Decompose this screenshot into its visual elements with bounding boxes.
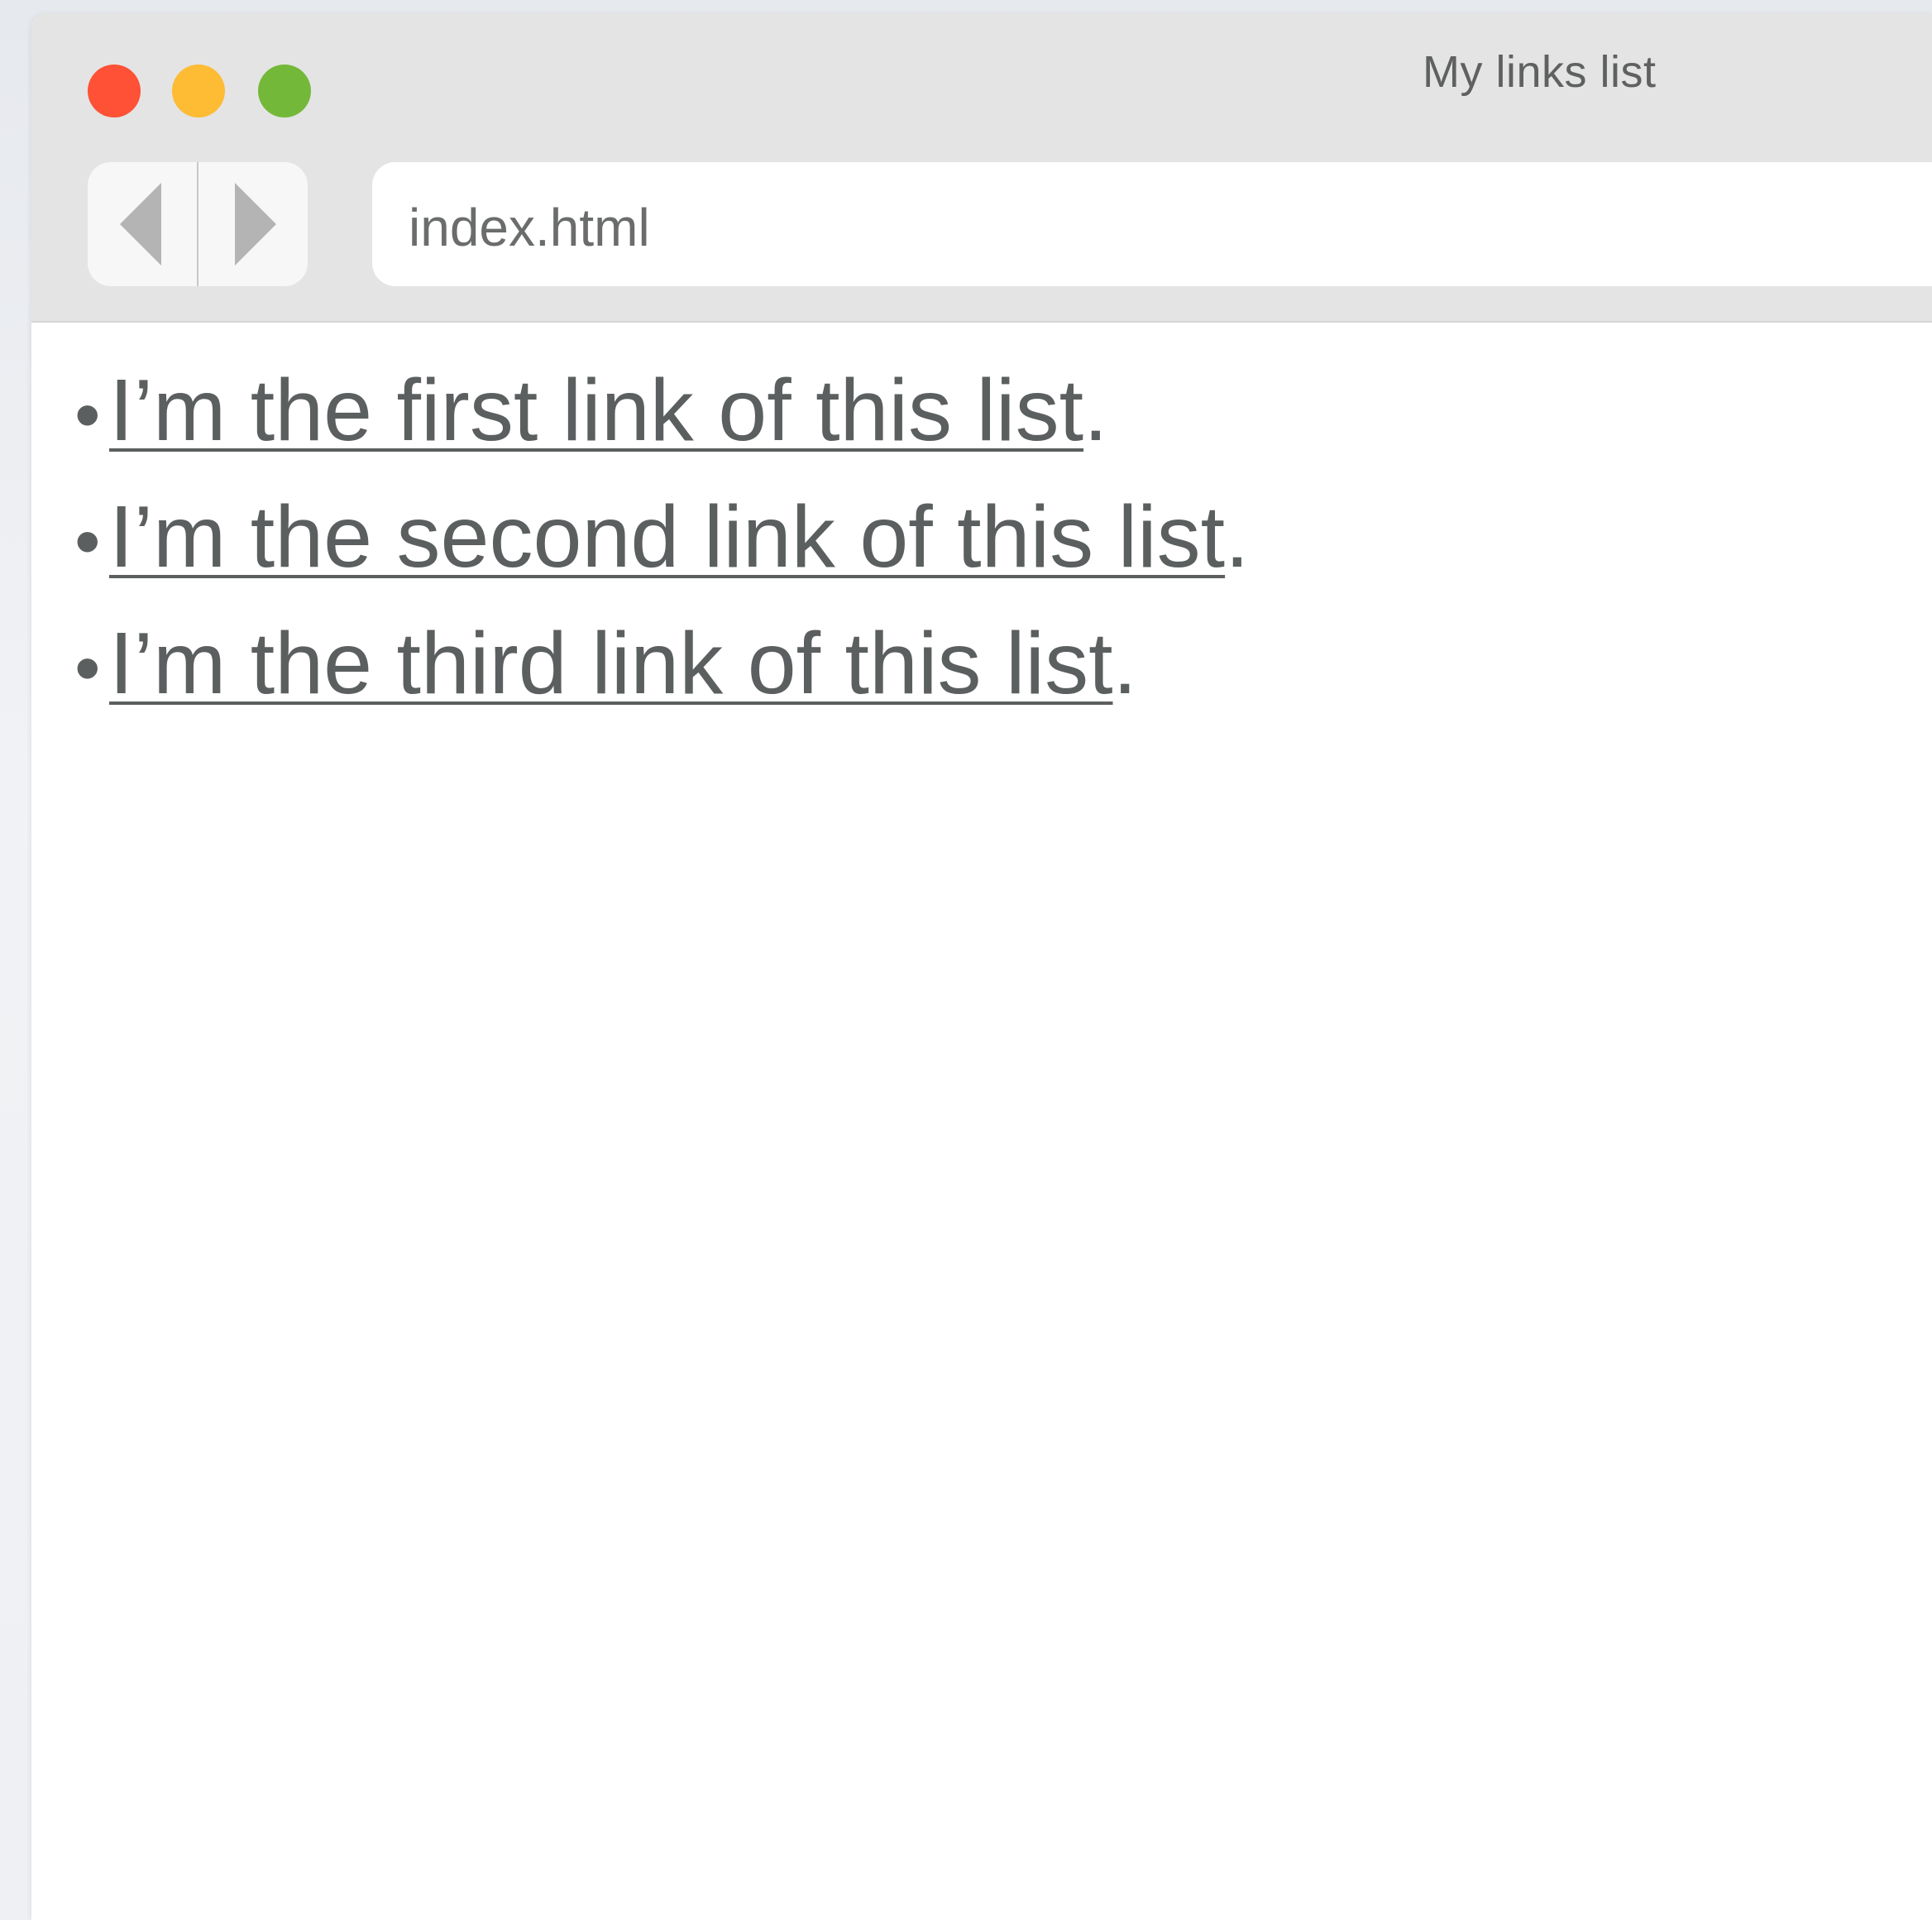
close-window-button[interactable] bbox=[88, 65, 141, 117]
minimize-window-button[interactable] bbox=[172, 65, 225, 117]
list-bullet: • bbox=[74, 500, 101, 583]
link-suffix: . bbox=[1225, 488, 1250, 586]
list-bullet: • bbox=[74, 374, 101, 457]
second-link[interactable]: I’m the second link of this list bbox=[109, 487, 1225, 587]
page-content: • I’m the first link of this list . • I’… bbox=[31, 323, 1932, 1920]
window-title: My links list bbox=[1423, 47, 1657, 97]
link-suffix: . bbox=[1112, 615, 1137, 712]
browser-toolbar: My links list index.html bbox=[31, 13, 1932, 323]
link-suffix: . bbox=[1083, 361, 1108, 459]
links-list: • I’m the first link of this list . • I’… bbox=[74, 361, 1250, 740]
address-text: index.html bbox=[409, 198, 650, 257]
back-button[interactable] bbox=[88, 162, 198, 286]
maximize-window-button[interactable] bbox=[258, 65, 311, 117]
third-link[interactable]: I’m the third link of this list bbox=[109, 614, 1113, 714]
first-link[interactable]: I’m the first link of this list bbox=[109, 361, 1083, 461]
list-item: • I’m the third link of this list . bbox=[74, 614, 1250, 740]
list-bullet: • bbox=[74, 627, 101, 710]
list-item: • I’m the first link of this list . bbox=[74, 361, 1250, 487]
list-item: • I’m the second link of this list . bbox=[74, 487, 1250, 614]
browser-window: My links list index.html • I’m the first… bbox=[31, 13, 1932, 1920]
triangle-left-icon bbox=[119, 183, 161, 266]
forward-button[interactable] bbox=[198, 162, 308, 286]
navigation-buttons bbox=[88, 162, 308, 286]
address-bar[interactable]: index.html bbox=[372, 162, 1932, 286]
triangle-right-icon bbox=[234, 183, 276, 266]
